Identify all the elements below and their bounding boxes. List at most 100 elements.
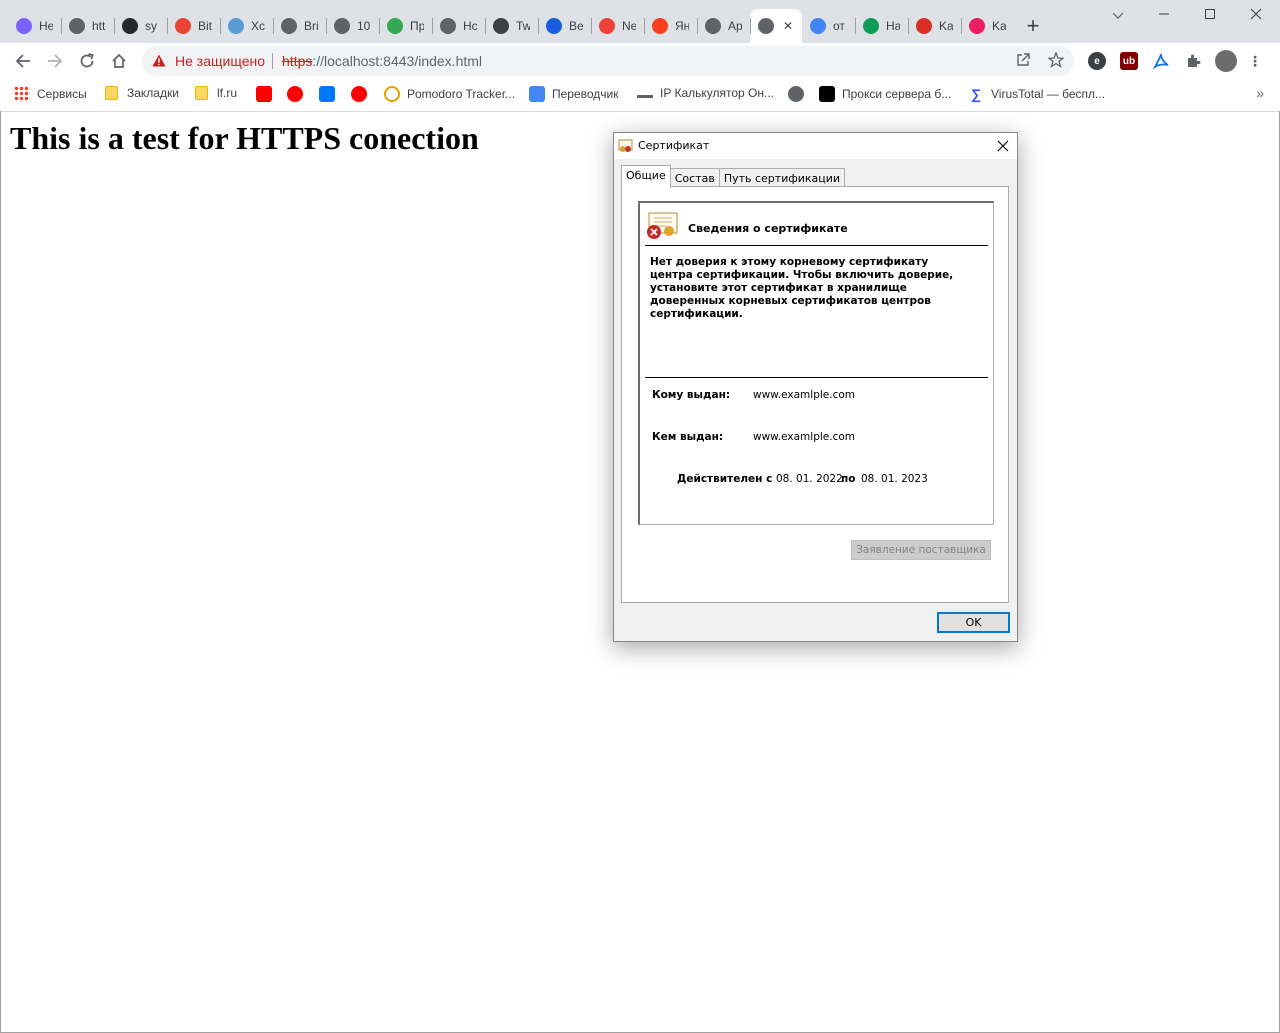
divider-bottom	[645, 377, 988, 378]
minimize-button[interactable]	[1141, 0, 1187, 30]
browser-tab[interactable]: Bri	[273, 9, 326, 43]
forward-button[interactable]	[41, 47, 69, 75]
tab-general[interactable]: Общие	[621, 165, 671, 188]
bookmark-item[interactable]: ∑ VirusTotal — беспл...	[968, 86, 1105, 102]
tab-title: Bit	[198, 19, 212, 33]
bookmark-item[interactable]	[351, 86, 374, 102]
extension-ghostery-icon[interactable]: e	[1088, 52, 1106, 70]
valid-to-date: 08. 01. 2023	[861, 473, 928, 485]
browser-tab[interactable]: Не	[8, 9, 61, 43]
bookmark-label: Сервисы	[37, 87, 87, 101]
reload-icon	[80, 53, 94, 68]
certificate-dialog: Сертификат Общие Состав Путь сертификаци…	[613, 132, 1018, 642]
dialog-title-bar[interactable]: Сертификат	[614, 133, 1017, 159]
extension-ublock-icon[interactable]: ub	[1120, 52, 1138, 70]
arrow-left-icon	[15, 54, 30, 68]
bookmark-item[interactable]: Pomodoro Tracker...	[384, 86, 515, 102]
browser-toolbar: Не защищено https://localhost:8443/index…	[0, 43, 1280, 79]
globe-icon	[788, 86, 804, 102]
extensions-puzzle-icon[interactable]	[1184, 52, 1202, 70]
browser-tab[interactable]: Ян	[644, 9, 697, 43]
extension-adobe-acrobat-icon[interactable]	[1152, 52, 1170, 70]
hexagon-icon	[863, 18, 879, 34]
issuer-statement-button[interactable]: Заявление поставщика	[851, 540, 991, 560]
tab-title: от	[833, 19, 845, 33]
bookmark-item[interactable]	[319, 86, 342, 102]
close-window-button[interactable]	[1233, 0, 1279, 30]
router-icon	[637, 89, 653, 98]
bookmark-item[interactable]: Закладки	[105, 86, 179, 100]
share-icon[interactable]	[1016, 52, 1031, 71]
globe-icon	[758, 18, 774, 34]
issued-by-label: Кем выдан:	[652, 431, 724, 443]
bookmark-label: Закладки	[127, 86, 179, 100]
browser-tab[interactable]: Нс	[432, 9, 485, 43]
reload-button[interactable]	[73, 47, 101, 75]
tab-title: Нс	[463, 19, 477, 33]
bookmark-label: VirusTotal — беспл...	[991, 87, 1106, 101]
arrow-right-icon	[48, 54, 63, 68]
security-status-label[interactable]: Не защищено	[175, 53, 265, 69]
menu-kebab-icon[interactable]: ⋮	[1246, 52, 1264, 70]
home-icon	[112, 53, 126, 68]
bookmark-item[interactable]	[788, 86, 811, 102]
tomato-icon	[384, 86, 400, 102]
ok-button[interactable]: OK	[937, 612, 1010, 633]
home-button[interactable]	[105, 47, 133, 75]
tab-title: Ве	[569, 19, 583, 33]
bitwarden-icon	[546, 18, 562, 34]
browser-tab[interactable]: ✕	[750, 9, 802, 43]
tab-details[interactable]: Состав	[669, 168, 720, 188]
url-rest: ://localhost:8443/index.html	[312, 53, 483, 69]
bookmark-item[interactable]: Переводчик	[529, 86, 619, 102]
browser-tab[interactable]: Ne	[591, 9, 644, 43]
vk-icon	[319, 86, 335, 102]
warning-triangle-icon[interactable]	[152, 54, 166, 72]
bookmark-item[interactable]: lf.ru	[195, 86, 237, 100]
browser-tab[interactable]: Ве	[538, 9, 591, 43]
bookmark-item[interactable]	[256, 86, 279, 102]
untrusted-root-warning: Нет доверия к этому корневому сертификат…	[650, 256, 954, 320]
browser-tab[interactable]: 10	[326, 9, 379, 43]
tab-strip: Не htt sy Bit Хс Bri 10 Пр Нс Tw Ве Ne Ян Ар ✕ от На Ka Ka…	[0, 0, 1280, 43]
url-text[interactable]: https://localhost:8443/index.html	[282, 53, 482, 69]
browser-tab[interactable]: htt	[61, 9, 114, 43]
folder-icon	[195, 86, 208, 100]
browser-tab[interactable]: Ka	[908, 9, 961, 43]
browser-tab[interactable]: Tw	[485, 9, 538, 43]
dialog-tabs: Общие Состав Путь сертификации	[621, 165, 846, 188]
issued-to-value: www.examlple.com	[753, 389, 856, 401]
browser-tab[interactable]: от	[802, 9, 855, 43]
new-tab-button[interactable]: +	[1022, 12, 1044, 40]
browser-tab[interactable]: Ар	[697, 9, 750, 43]
bookmarks-overflow-chevron-icon[interactable]: »	[1256, 85, 1264, 101]
bookmark-star-icon[interactable]	[1047, 51, 1065, 72]
page-heading: This is a test for HTTPS conection	[10, 120, 479, 156]
browser-tab[interactable]: Ka	[961, 9, 1014, 43]
bookmark-item[interactable]: IP Калькулятор Он...	[637, 86, 774, 100]
browser-tab[interactable]: Пр	[379, 9, 432, 43]
tab-certification-path[interactable]: Путь сертификации	[718, 168, 846, 188]
bookmark-item[interactable]	[287, 86, 310, 102]
bookmark-item[interactable]: Сервисы	[14, 86, 87, 102]
dialog-close-icon[interactable]	[997, 136, 1009, 156]
close-tab-icon[interactable]: ✕	[783, 19, 793, 33]
browser-tab[interactable]: sy	[114, 9, 167, 43]
profile-avatar[interactable]	[1215, 50, 1237, 72]
url-scheme: https	[282, 53, 313, 69]
bookmark-item[interactable]: Прокси сервера б...	[819, 86, 951, 102]
back-button[interactable]	[9, 47, 37, 75]
maximize-button[interactable]	[1187, 0, 1233, 30]
browser-tab[interactable]: Bit	[167, 9, 220, 43]
tab-title: sy	[145, 19, 157, 33]
certificate-untrusted-icon	[645, 211, 679, 245]
tab-title: На	[886, 19, 900, 33]
valid-to-label: по	[841, 473, 856, 485]
tab-list: Не htt sy Bit Хс Bri 10 Пр Нс Tw Ве Ne Ян Ар ✕ от На Ka Ka	[8, 9, 1014, 43]
browser-tab[interactable]: На	[855, 9, 908, 43]
tab-search-chevron-icon[interactable]	[1095, 0, 1141, 30]
shield-icon	[281, 18, 297, 34]
address-bar[interactable]: Не защищено https://localhost:8443/index…	[142, 46, 1074, 76]
browser-tab[interactable]: Хс	[220, 9, 273, 43]
tab-title: htt	[92, 19, 106, 33]
